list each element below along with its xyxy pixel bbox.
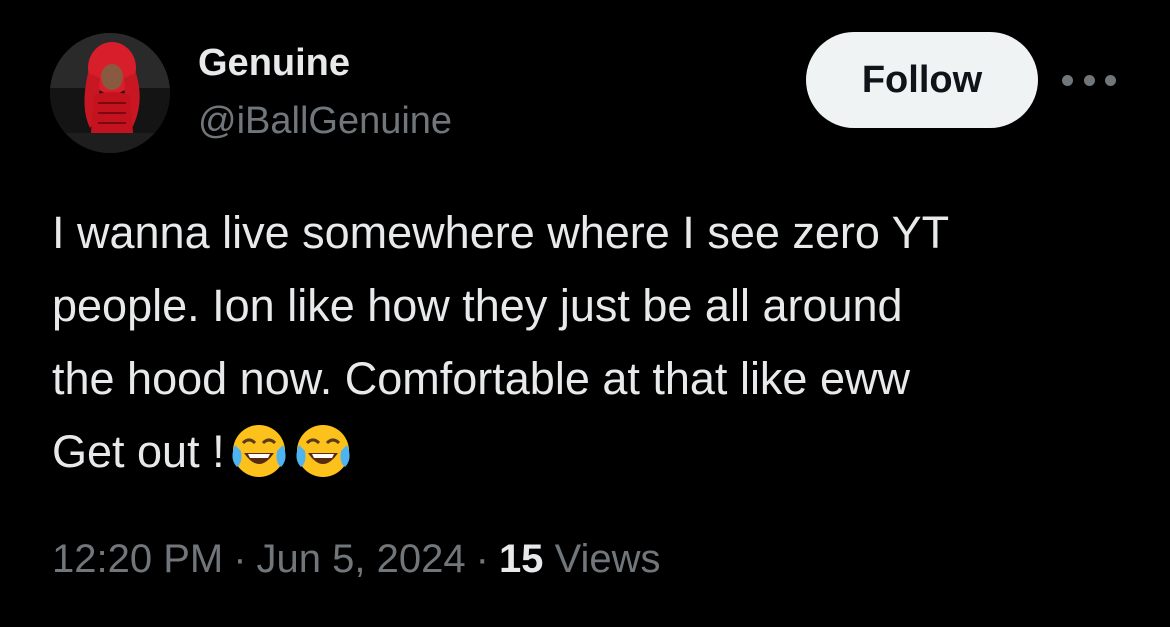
more-options-icon[interactable] (1062, 64, 1116, 96)
views-count[interactable]: 15 (499, 537, 544, 581)
views-label[interactable]: Views (555, 537, 661, 581)
separator: · (475, 537, 489, 581)
tweet-text: I wanna live somewhere where I see zero … (52, 196, 1132, 500)
author-display-name[interactable]: Genuine (198, 40, 350, 86)
tears-of-joy-emoji-icon (293, 423, 353, 500)
separator: · (233, 537, 247, 581)
avatar[interactable] (50, 33, 170, 153)
follow-button[interactable]: Follow (806, 32, 1038, 128)
tears-of-joy-emoji-icon (229, 423, 289, 500)
author-handle[interactable]: @iBallGenuine (198, 98, 452, 144)
tweet-line: the hood now. Comfortable at that like e… (52, 353, 910, 404)
avatar-image (50, 33, 170, 153)
tweet-metadata: 12:20 PM · Jun 5, 2024 · 15 Views (52, 534, 661, 584)
tweet-line-last: Get out ! (52, 415, 1132, 500)
tweet-line: people. Ion like how they just be all ar… (52, 280, 903, 331)
tweet-line: I wanna live somewhere where I see zero … (52, 207, 950, 258)
dot-icon (1062, 74, 1073, 86)
dot-icon (1105, 74, 1116, 86)
tweet-line: Get out ! (52, 426, 225, 477)
dot-icon (1083, 74, 1095, 86)
tweet-date[interactable]: Jun 5, 2024 (257, 537, 466, 581)
tweet-time[interactable]: 12:20 PM (52, 537, 223, 581)
